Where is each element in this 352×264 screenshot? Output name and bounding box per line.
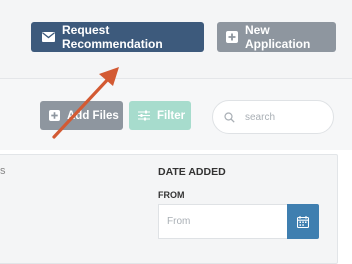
filter-button[interactable]: Filter (129, 101, 191, 130)
new-application-button[interactable]: New Application (217, 22, 336, 52)
search-input[interactable] (243, 110, 327, 124)
from-date-input[interactable] (158, 204, 287, 239)
from-label: FROM (158, 190, 185, 200)
add-files-label: Add Files (67, 109, 119, 122)
date-added-title: DATE ADDED (158, 166, 226, 178)
plus-square-icon (49, 110, 60, 121)
new-application-label: New Application (245, 23, 311, 51)
filter-label: Filter (157, 109, 186, 122)
search-icon (224, 111, 235, 123)
request-recommendation-label: Request Recommendation (62, 23, 163, 51)
panel-edge-mark: s (0, 165, 6, 177)
calendar-icon (297, 215, 309, 228)
sliders-icon (138, 110, 150, 121)
request-recommendation-button[interactable]: Request Recommendation (31, 22, 204, 52)
envelope-icon (42, 32, 55, 42)
plus-square-icon (226, 31, 238, 43)
add-files-button[interactable]: Add Files (40, 101, 123, 130)
calendar-button[interactable] (287, 204, 319, 239)
search-box[interactable] (212, 100, 334, 134)
